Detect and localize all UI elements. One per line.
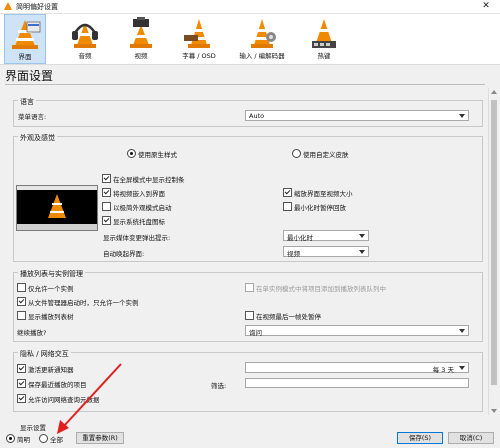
interface-cone-icon — [12, 20, 41, 49]
hotkeys-cone-icon — [312, 19, 336, 48]
spin-arrows-icon[interactable] — [459, 366, 465, 370]
checkbox-indicator — [245, 311, 254, 320]
tab-subtitles-osd[interactable]: 字幕 / OSD — [175, 14, 223, 64]
title-divider — [5, 84, 485, 85]
auto-raise-select[interactable]: 视频 — [283, 246, 369, 258]
chevron-down-icon — [459, 329, 465, 333]
window-titlebar: 简明偏好设置 ✕ — [0, 0, 500, 14]
checkbox-indicator — [17, 379, 26, 388]
preview-controls — [17, 224, 97, 230]
vertical-scrollbar[interactable] — [488, 88, 499, 415]
checkbox-label: 在全屏模式中显示控制条 — [113, 176, 185, 184]
continue-select[interactable]: 询问 — [245, 325, 469, 337]
media-popup-select[interactable]: 最小化时 — [283, 230, 369, 242]
chevron-down-icon — [359, 250, 365, 254]
checkbox-indicator — [102, 174, 111, 183]
checkbox-indicator — [102, 202, 111, 211]
checkbox-indicator — [17, 364, 26, 373]
cancel-button[interactable]: 取消(C) — [448, 432, 494, 444]
chevron-down-icon — [359, 234, 365, 238]
checkbox-indicator — [245, 283, 254, 292]
select-value: 最小化时 — [287, 234, 313, 242]
menu-language-label: 菜单语言: — [18, 113, 47, 121]
scroll-up-icon[interactable] — [491, 90, 497, 94]
filter-input[interactable] — [245, 378, 469, 388]
checkbox-label: 在视频最后一帧处暂停 — [256, 313, 321, 321]
checkbox-label: 显示播放列表树 — [28, 313, 74, 321]
tab-label: 输入 / 编解码器 — [239, 52, 285, 60]
tab-interface[interactable]: 界面 — [4, 14, 46, 64]
skin-preview-image — [16, 185, 98, 231]
group-title: 外观及感觉 — [18, 133, 57, 143]
subtitles-cone-icon — [184, 19, 210, 48]
tab-label: 热键 — [317, 52, 331, 60]
update-interval-spinbox[interactable]: 每 3 天 — [245, 362, 469, 374]
checkbox-indicator — [17, 297, 26, 306]
headphones-cone-icon — [72, 23, 98, 48]
radio-indicator — [127, 149, 136, 158]
scrollbar-thumb[interactable] — [491, 100, 497, 385]
tab-audio[interactable]: 音频 — [64, 14, 106, 64]
group-title: 隐私 / 网络交互 — [18, 349, 71, 359]
radio-label: 简明 — [17, 436, 30, 444]
checkbox-indicator — [102, 216, 111, 225]
checkbox-indicator — [17, 283, 26, 292]
checkbox-label: 仅允许一个实例 — [28, 285, 74, 293]
select-value: 询问 — [249, 329, 262, 337]
filter-label: 筛选: — [211, 382, 227, 390]
vlc-cone-icon — [4, 2, 12, 10]
tab-video[interactable]: 视频 — [120, 14, 162, 64]
codec-cone-icon — [251, 19, 276, 48]
chevron-down-icon — [459, 114, 465, 118]
select-value: 视频 — [287, 250, 300, 258]
checkbox-indicator — [17, 311, 26, 320]
reset-preferences-button[interactable]: 重置参数(R) — [76, 432, 124, 444]
menu-language-select[interactable]: Auto — [245, 110, 469, 121]
tab-input-codecs[interactable]: 输入 / 编解码器 — [230, 14, 294, 64]
page-title: 界面设置 — [5, 69, 54, 83]
tab-label: 字幕 / OSD — [182, 52, 216, 60]
radio-indicator — [6, 434, 15, 443]
close-icon[interactable]: ✕ — [472, 0, 500, 13]
checkbox-label: 在单实例模式中将项目添加到播放列表队列中 — [256, 285, 386, 293]
select-value: Auto — [249, 112, 265, 120]
auto-raise-label: 自动唤起界面: — [103, 250, 145, 258]
show-settings-title: 显示设置 — [20, 424, 46, 432]
save-button[interactable]: 保存(S) — [397, 432, 443, 444]
radio-label: 使用原生样式 — [138, 151, 177, 159]
checkbox-label: 允许访问网络查询元数据 — [28, 396, 100, 404]
tab-label: 界面 — [18, 53, 32, 61]
checkbox-indicator — [283, 188, 292, 197]
checkbox-label: 缩放界面至视频大小 — [294, 190, 353, 198]
tab-hotkeys[interactable]: 热键 — [300, 14, 348, 64]
media-popup-label: 显示媒体变更弹出提示: — [103, 234, 171, 242]
checkbox-indicator — [102, 188, 111, 197]
settings-scroll-area: 语言 菜单语言: Auto 外观及感觉 使用原生样式 使用自定义皮肤 在全屏模式… — [5, 88, 487, 415]
group-title: 语言 — [18, 97, 36, 107]
continue-label: 继续播放? — [17, 329, 47, 337]
checkbox-indicator — [283, 202, 292, 211]
group-title: 播放列表与实例管理 — [18, 269, 85, 279]
radio-label: 使用自定义皮肤 — [303, 151, 349, 159]
spinbox-value: 每 3 天 — [432, 366, 454, 374]
checkbox-label: 从文件管理器启动时，只允许一个实例 — [28, 299, 139, 307]
checkbox-label: 激活更新通知器 — [28, 366, 74, 374]
window-title: 简明偏好设置 — [16, 3, 58, 11]
checkbox-indicator — [17, 394, 26, 403]
checkbox-label: 以极简外观模式启动 — [113, 204, 172, 212]
checkbox-label: 显示系统托盘图标 — [113, 218, 165, 226]
tab-label: 视频 — [134, 52, 148, 60]
radio-indicator — [39, 434, 48, 443]
radio-indicator — [292, 149, 301, 158]
checkbox-label: 将视频嵌入到界面 — [113, 190, 165, 198]
scroll-down-icon[interactable] — [491, 409, 497, 413]
checkbox-label: 保存最近播放的项目 — [28, 381, 87, 389]
checkbox-label: 最小化时暂停回放 — [294, 204, 346, 212]
video-cone-icon — [130, 17, 152, 48]
preferences-toolbar: 界面 音频 视频 字幕 / OSD 输入 / 编解码器 热键 — [0, 14, 500, 65]
tab-label: 音频 — [78, 52, 92, 60]
radio-label: 全部 — [50, 436, 63, 444]
